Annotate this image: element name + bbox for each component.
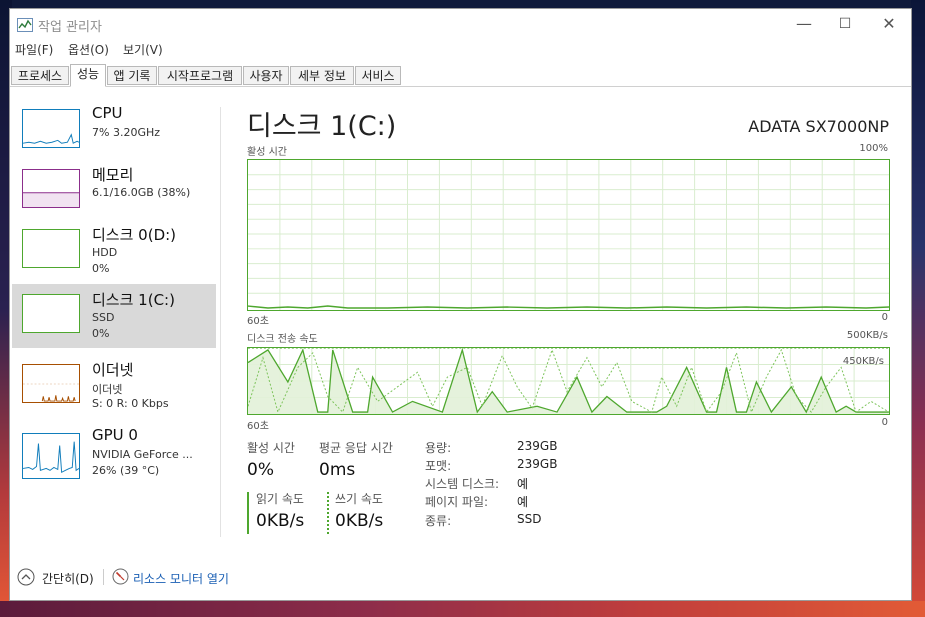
sidebar-item-name: 이더넷 — [92, 361, 134, 379]
avg-response-label: 평균 응답 시간 — [319, 441, 393, 455]
minimize-button[interactable]: — — [782, 13, 826, 37]
page-file-label: 페이지 파일: — [425, 495, 489, 509]
formatted-value: 239GB — [517, 457, 558, 471]
page-title: 디스크 1(C:) — [247, 111, 397, 142]
desktop-background-right — [911, 0, 925, 617]
system-disk-label: 시스템 디스크: — [425, 477, 500, 491]
transfer-rate-inner-max: 450KB/s — [842, 356, 884, 367]
active-time-chart-min: 0 — [881, 312, 888, 323]
sidebar-item-cpu[interactable]: CPU 7% 3.20GHz — [12, 99, 216, 163]
sidebar-item-detail: SSD — [92, 311, 115, 324]
sidebar-item-disk-0[interactable]: 디스크 0(D:) HDD 0% — [12, 219, 216, 283]
ethernet-thumbnail-graph — [22, 364, 80, 403]
footer-bar: 간단히(D) 리소스 모니터 열기 — [10, 564, 911, 594]
sidebar-item-name: CPU — [92, 104, 123, 122]
tab-performance[interactable]: 성능 — [70, 64, 106, 87]
transfer-rate-chart — [247, 347, 890, 415]
resource-monitor-icon[interactable] — [112, 568, 129, 585]
memory-thumbnail-graph — [22, 169, 80, 208]
sidebar-item-detail: HDD — [92, 246, 118, 259]
sidebar-item-detail: 6.1/16.0GB (38%) — [92, 186, 191, 199]
write-speed-label: 쓰기 속도 — [335, 492, 383, 506]
transfer-rate-chart-min: 0 — [881, 417, 888, 428]
sidebar-item-disk-1[interactable]: 디스크 1(C:) SSD 0% — [12, 284, 216, 348]
transfer-rate-chart-timespan: 60초 — [247, 421, 269, 432]
panel-divider — [220, 107, 221, 537]
sidebar-item-name: 디스크 0(D:) — [92, 226, 177, 244]
open-resource-monitor-link[interactable]: 리소스 모니터 열기 — [133, 570, 229, 587]
task-manager-icon — [17, 18, 33, 32]
sidebar-item-usage: 0% — [92, 262, 110, 275]
active-time-chart-label: 활성 시간 — [247, 147, 287, 158]
sidebar-item-usage: 0% — [92, 327, 110, 340]
sidebar-item-ethernet[interactable]: 이더넷 이더넷 S: 0 R: 0 Kbps — [12, 354, 216, 418]
sidebar-item-name: GPU 0 — [92, 426, 138, 444]
active-time-chart-max: 100% — [859, 143, 888, 154]
write-speed-value: 0KB/s — [335, 511, 384, 531]
close-button[interactable]: ✕ — [867, 13, 911, 37]
sidebar-item-detail: 이더넷 — [92, 383, 123, 396]
active-time-chart-timespan: 60초 — [247, 316, 269, 327]
sidebar-item-name: 메모리 — [92, 166, 134, 184]
sidebar-item-detail: 7% 3.20GHz — [92, 126, 161, 139]
avg-response-value: 0ms — [319, 460, 356, 480]
type-value: SSD — [517, 512, 542, 526]
maximize-button[interactable]: ☐ — [823, 13, 867, 37]
disk-model: ADATA SX7000NP — [748, 117, 889, 136]
tab-bar: 프로세스 성능 앱 기록 시작프로그램 사용자 세부 정보 서비스 — [10, 64, 911, 87]
tab-processes[interactable]: 프로세스 — [11, 66, 69, 85]
disk1-thumbnail-graph — [22, 294, 80, 333]
chevron-up-circle-icon[interactable] — [17, 568, 35, 586]
capacity-value: 239GB — [517, 439, 558, 453]
gpu-thumbnail-graph — [22, 433, 80, 479]
fewer-details-button[interactable]: 간단히(D) — [42, 570, 94, 587]
type-label: 종류: — [425, 514, 452, 528]
disk0-thumbnail-graph — [22, 229, 80, 268]
transfer-rate-chart-label: 디스크 전송 속도 — [247, 334, 318, 345]
sidebar-item-memory[interactable]: 메모리 6.1/16.0GB (38%) — [12, 159, 216, 223]
active-time-chart — [247, 159, 890, 311]
performance-sidebar: CPU 7% 3.20GHz 메모리 6.1/16.0GB (38%) 디스크 … — [10, 89, 220, 479]
transfer-rate-chart-max: 500KB/s — [846, 330, 888, 341]
footer-divider — [103, 569, 104, 585]
menu-file[interactable]: 파일(F) — [15, 41, 53, 58]
formatted-label: 포맷: — [425, 459, 452, 473]
menu-options[interactable]: 옵션(O) — [68, 41, 109, 58]
sidebar-item-name: 디스크 1(C:) — [92, 291, 175, 309]
capacity-label: 용량: — [425, 441, 452, 455]
tab-users[interactable]: 사용자 — [243, 66, 289, 85]
desktop-background-bottom — [0, 601, 925, 617]
page-file-value: 예 — [517, 495, 529, 509]
system-disk-value: 예 — [517, 477, 529, 491]
sidebar-item-gpu[interactable]: GPU 0 NVIDIA GeForce ... 26% (39 °C) — [12, 421, 216, 485]
read-speed-value: 0KB/s — [256, 511, 305, 531]
sidebar-item-usage: 26% (39 °C) — [92, 464, 160, 477]
menu-view[interactable]: 보기(V) — [123, 41, 163, 58]
active-time-label: 활성 시간 — [247, 441, 295, 455]
sidebar-item-detail: NVIDIA GeForce ... — [92, 448, 193, 461]
window-title: 작업 관리자 — [38, 20, 102, 35]
active-time-value: 0% — [247, 460, 274, 480]
tab-services[interactable]: 서비스 — [355, 66, 401, 85]
tab-app-history[interactable]: 앱 기록 — [107, 66, 157, 85]
task-manager-window: 작업 관리자 — ☐ ✕ 파일(F) 옵션(O) 보기(V) 프로세스 성능 앱… — [9, 8, 912, 601]
tab-startup[interactable]: 시작프로그램 — [158, 66, 242, 85]
write-speed-legend-bar — [327, 492, 329, 534]
read-speed-label: 읽기 속도 — [256, 492, 304, 506]
title-bar[interactable]: 작업 관리자 — ☐ ✕ — [10, 9, 911, 40]
tab-details[interactable]: 세부 정보 — [290, 66, 354, 85]
sidebar-item-throughput: S: 0 R: 0 Kbps — [92, 397, 169, 410]
read-speed-legend-bar — [247, 492, 249, 534]
cpu-thumbnail-graph — [22, 109, 80, 148]
